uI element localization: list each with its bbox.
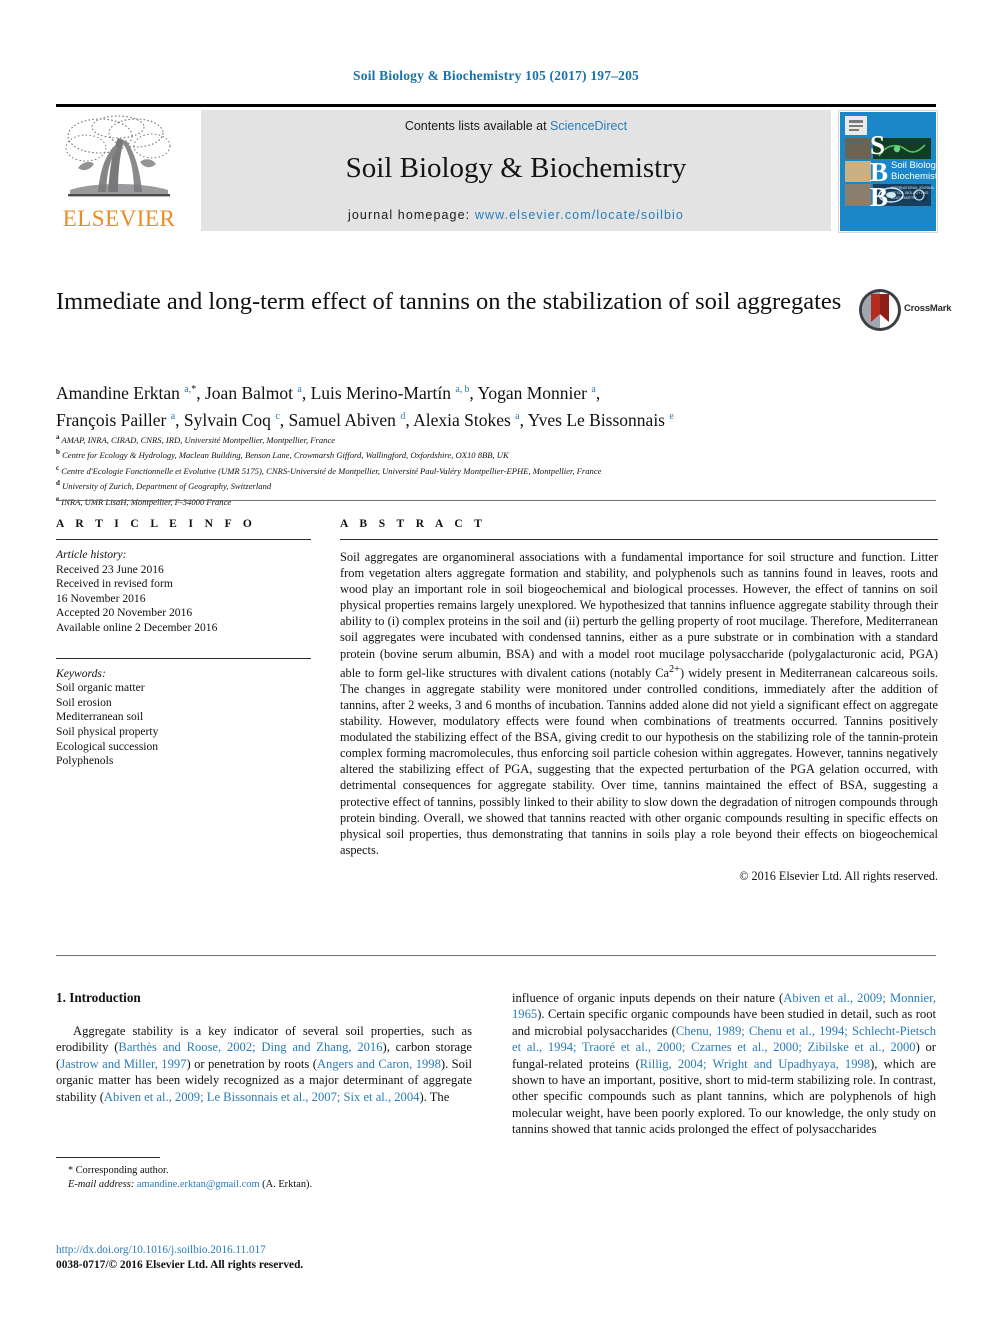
article-info-column: A R T I C L E I N F O Article history: R… [56,518,311,769]
affiliation-item: c Centre d'Ecologie Fonctionnelle et Evo… [56,463,602,476]
sciencedirect-link[interactable]: ScienceDirect [550,119,627,133]
article-history-label: Article history: [56,548,127,561]
masthead-center-panel: Contents lists available at ScienceDirec… [201,110,831,231]
affiliation-text: Centre for Ecology & Hydrology, Maclean … [62,450,509,461]
intro-text-c: ) or penetration by roots ( [186,1056,317,1071]
keyword-item: Ecological succession [56,739,159,753]
journal-homepage-line: journal homepage: www.elsevier.com/locat… [201,208,831,222]
history-item: Accepted 20 November 2016 [56,606,193,620]
affiliation-item: d University of Zurich, Department of Ge… [56,479,272,492]
abstract-rule [340,539,938,540]
author-line-1: Amandine Erktan a,*, Joan Balmot a, Luis… [56,382,601,403]
running-head: Soil Biology & Biochemistry 105 (2017) 1… [353,68,639,83]
citation-link[interactable]: Rillig, 2004; Wright and Upadhyaya, 1998 [640,1057,870,1071]
article-history: Article history: Received 23 June 2016 R… [56,548,311,636]
colophon: http://dx.doi.org/10.1016/j.soilbio.2016… [56,1243,516,1273]
abstract-part-2: ) widely present in Mediterranean calcar… [340,665,938,857]
affiliation-text: INRA, UMR LisaH, Montpellier, F-34000 Fr… [61,496,232,507]
elsevier-logo: ELSEVIER [56,110,182,232]
affiliation-text: AMAP, INRA, CIRAD, CNRS, IRD, Université… [61,434,336,445]
intro-paragraph-left: Aggregate stability is a key indicator o… [56,1023,472,1105]
keywords-label: Keywords: [56,666,106,680]
crossmark-icon [858,288,902,332]
abstract-column: A B S T R A C T Soil aggregates are orga… [340,518,938,884]
doi-link[interactable]: http://dx.doi.org/10.1016/j.soilbio.2016… [56,1243,516,1258]
svg-text:INTERNATIONAL JOURNAL: INTERNATIONAL JOURNAL [891,186,935,190]
affiliation-text: Centre d'Ecologie Fonctionnelle et Evolu… [61,465,602,476]
abstract-part-1: Soil aggregates are organomineral associ… [340,550,938,680]
journal-cover-thumbnail[interactable]: S B B Soil Biology & Biochemistry INTERN… [838,110,938,233]
keywords-rule [56,657,311,659]
info-section-top-rule [56,500,936,501]
contents-prefix: Contents lists available at [404,119,551,133]
history-item: 16 November 2016 [56,591,146,605]
keyword-item: Soil erosion [56,695,112,709]
intro-right-text-a: influence of organic inputs depends on t… [512,991,784,1005]
masthead-top-rule [56,104,936,107]
history-item: Available online 2 December 2016 [56,620,218,634]
svg-text:Biochemistry: Biochemistry [891,171,937,182]
footnote-star: * [68,1165,73,1176]
svg-text:B: B [870,182,888,212]
affiliation-list: a AMAP, INRA, CIRAD, CNRS, IRD, Universi… [56,431,936,508]
intro-left-column: 1. Introduction Aggregate stability is a… [56,990,472,1105]
email-label: E-mail address: [68,1179,135,1190]
email-link[interactable]: amandine.erktan@gmail.com [137,1179,260,1190]
homepage-prefix: journal homepage: [347,208,475,222]
title-block: Immediate and long-term effect of tannin… [56,286,846,317]
citation-link[interactable]: Jastrow and Miller, 1997 [60,1057,186,1071]
intro-right-column: influence of organic inputs depends on t… [512,990,936,1138]
footnote-body: * Corresponding author. E-mail address: … [56,1164,472,1192]
citation-link[interactable]: Abiven et al., 2009; Le Bissonnais et al… [104,1090,420,1104]
svg-text:S: S [870,130,885,160]
abstract-text: Soil aggregates are organomineral associ… [340,549,938,858]
journal-title: Soil Biology & Biochemistry [345,152,687,184]
footnote-rule [56,1157,160,1158]
crossmark-badge[interactable]: CrossMark [858,288,952,334]
homepage-url-link[interactable]: www.elsevier.com/locate/soilbio [475,208,684,222]
contents-available-line: Contents lists available at ScienceDirec… [201,119,831,133]
abstract-copyright: © 2016 Elsevier Ltd. All rights reserved… [739,868,938,883]
section-heading-introduction: 1. Introduction [56,990,141,1005]
elsevier-tree-icon [60,112,178,204]
citation-link[interactable]: Barthès and Roose, 2002; Ding and Zhang,… [118,1040,382,1054]
affiliation-item: b Centre for Ecology & Hydrology, Maclea… [56,448,509,461]
article-info-rule [56,539,311,540]
author-list: Amandine Erktan a,*, Joan Balmot a, Luis… [56,378,936,433]
elsevier-wordmark: ELSEVIER [62,206,176,231]
history-item: Received in revised form [56,577,173,591]
keyword-item: Polyphenols [56,754,114,768]
page-title: Immediate and long-term effect of tannin… [56,288,842,315]
corresponding-author-footnote: * Corresponding author. E-mail address: … [56,1157,472,1192]
article-page: Soil Biology & Biochemistry 105 (2017) 1… [0,0,992,1323]
svg-text:OF SOIL BIOLOGY AND: OF SOIL BIOLOGY AND [891,191,929,195]
abstract-superscript: 2+ [669,663,681,675]
intro-paragraph-right: influence of organic inputs depends on t… [512,990,936,1138]
keyword-item: Mediterranean soil [56,710,144,724]
intro-text-e: ). The [419,1089,450,1104]
keyword-item: Soil organic matter [56,681,145,695]
issn-copyright-line: 0038-0717/© 2016 Elsevier Ltd. All right… [56,1259,304,1271]
email-owner: (A. Erktan). [262,1179,313,1190]
affiliation-item: a AMAP, INRA, CIRAD, CNRS, IRD, Universi… [56,433,336,445]
affiliation-text: University of Zurich, Department of Geog… [62,481,272,492]
author-line-2: François Pailler a, Sylvain Coq c, Samue… [56,410,674,431]
keyword-item: Soil physical property [56,724,159,738]
svg-text:Soil Biology &: Soil Biology & [891,160,937,171]
article-info-heading: A R T I C L E I N F O [56,518,257,530]
corresponding-author-label: Corresponding author. [75,1165,169,1176]
crossmark-label: CrossMark [904,303,952,314]
citation-link[interactable]: Angers and Caron, 1998 [317,1057,441,1071]
abstract-bottom-rule [56,955,936,956]
svg-text:BIOCHEMISTRY: BIOCHEMISTRY [891,196,917,200]
journal-masthead: ELSEVIER Contents lists available at Sci… [56,104,938,233]
keywords-block: Keywords: Soil organic matter Soil erosi… [56,657,311,769]
abstract-heading: A B S T R A C T [340,518,487,530]
keywords-list: Keywords: Soil organic matter Soil erosi… [56,667,311,769]
history-item: Received 23 June 2016 [56,562,164,576]
